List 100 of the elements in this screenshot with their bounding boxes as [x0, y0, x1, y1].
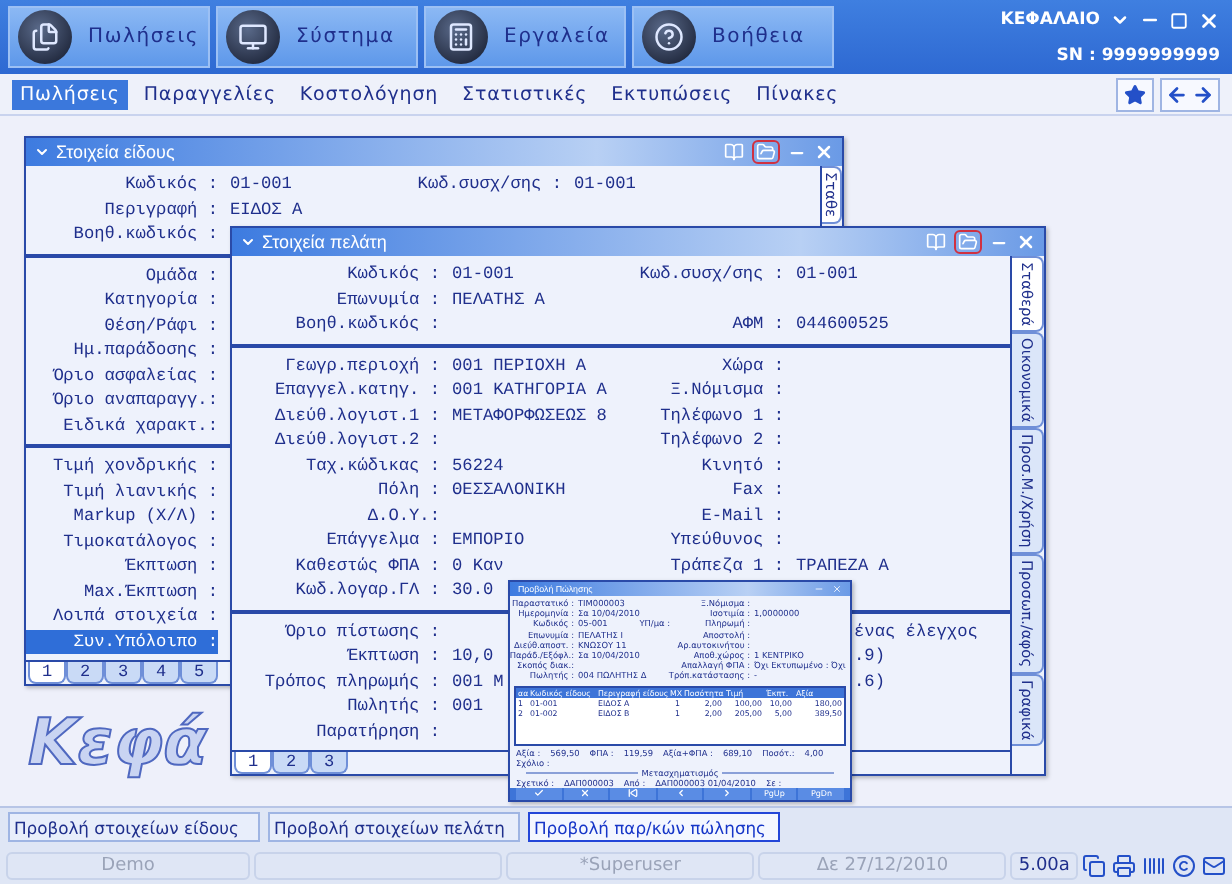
- book-icon[interactable]: [926, 232, 946, 252]
- field-row[interactable]: Ειδικά χαρακτ.:: [26, 413, 218, 438]
- back-button[interactable]: [1166, 83, 1188, 105]
- field-label: Τηλέφωνο 1 :: [660, 405, 784, 426]
- field-label: Τιμή λιανικής :: [63, 481, 218, 502]
- field-row[interactable]: Ομάδα :: [26, 263, 218, 288]
- field-label: Έκπτωση :: [347, 646, 440, 667]
- field-row[interactable]: Κατηγορία :: [26, 288, 218, 313]
- module-button[interactable]: Πωλήσεις: [8, 6, 210, 68]
- field-label: Κωδ.λογαρ.ΓΛ :: [295, 580, 440, 601]
- field-label: Πωλητής :: [347, 696, 440, 717]
- field-label: Κατηγορία :: [104, 290, 218, 311]
- field-label: Καθεστώς ΦΠΑ :: [295, 555, 440, 576]
- field-row[interactable]: Τιμή χονδρικής :: [26, 454, 218, 479]
- favorites-button[interactable]: [1116, 77, 1154, 111]
- module-button[interactable]: Βοήθεια: [632, 6, 834, 68]
- field-label: Markup (Χ/Λ) :: [73, 506, 218, 527]
- field-label: Ομάδα :: [145, 265, 218, 286]
- module-button[interactable]: Σύστημα: [216, 6, 418, 68]
- menu-item[interactable]: Στατιστικές: [454, 79, 596, 109]
- page-tab[interactable]: 5: [180, 662, 218, 684]
- back-icon: [1166, 83, 1188, 105]
- collapse-icon[interactable]: [34, 144, 50, 160]
- page-tab[interactable]: 2: [66, 662, 104, 684]
- printer-icon[interactable]: [1112, 853, 1137, 877]
- action-button[interactable]: Προβολή στοιχείων είδους: [8, 812, 260, 842]
- field-value: 30.0: [452, 580, 494, 601]
- caret-icon[interactable]: [1110, 10, 1130, 30]
- field-label: Επαγγελ.κατηγ. :: [274, 380, 440, 401]
- field-value: 01-001: [452, 264, 514, 285]
- previous-button[interactable]: [657, 787, 703, 799]
- field-label: Κινητό :: [701, 455, 784, 476]
- field-row[interactable]: Ημ.παράδοσης :: [26, 338, 218, 363]
- page-tab[interactable]: 1: [28, 662, 66, 684]
- field-label: Κωδικός :: [347, 264, 440, 285]
- field-row[interactable]: Τιμοκατάλογος :: [26, 529, 218, 554]
- field-label: E-Mail :: [701, 505, 784, 526]
- close-icon: [580, 788, 591, 798]
- field-label: Κωδικός :: [125, 174, 218, 195]
- page-tab[interactable]: 3: [104, 662, 142, 684]
- field-label: Ταχ.κώδικας :: [305, 455, 440, 476]
- menu-item[interactable]: Παραγγελίες: [135, 79, 284, 109]
- serial-number: SN : 9999999999: [1056, 45, 1220, 65]
- close-icon[interactable]: [814, 142, 834, 162]
- mail-icon[interactable]: [1202, 853, 1227, 877]
- close-icon[interactable]: [1198, 9, 1220, 31]
- folder-icon[interactable]: [752, 140, 780, 164]
- barcode-icon[interactable]: [1142, 853, 1167, 877]
- page-tab[interactable]: 4: [142, 662, 180, 684]
- copyright-icon[interactable]: [1172, 853, 1197, 877]
- field-label: Επάγγελμα :: [326, 530, 440, 551]
- page-tab[interactable]: 2: [272, 752, 310, 774]
- field-row[interactable]: Markup (Χ/Λ) :: [26, 504, 218, 529]
- chevron-right-icon: [722, 788, 733, 798]
- field-row[interactable]: Βοηθ.κωδικός :: [26, 222, 218, 247]
- confirm-button[interactable]: [516, 787, 562, 799]
- field-label: Πόλη :: [378, 480, 440, 501]
- first-button[interactable]: [610, 787, 656, 799]
- book-icon[interactable]: [724, 142, 744, 162]
- field-label: Τράπεζα 1 :: [670, 555, 784, 576]
- page-tab[interactable]: 3: [310, 752, 348, 774]
- field-row[interactable]: Συν.Υπόλοιπο :: [26, 629, 218, 654]
- close-icon[interactable]: [1016, 232, 1036, 252]
- collapse-icon[interactable]: [240, 234, 256, 250]
- close-button[interactable]: [563, 787, 609, 799]
- field-value: ΤΡΑΠΕΖΑ Α: [796, 555, 889, 576]
- page-tab[interactable]: 1: [234, 752, 272, 774]
- menu-item[interactable]: Πίνακες: [748, 79, 847, 109]
- field-row[interactable]: Περιγραφή : ΕΙΔΟΣ Α: [26, 197, 414, 222]
- field-row[interactable]: Max.Έκπτωση :: [26, 579, 218, 604]
- action-button[interactable]: Προβολή στοιχείων πελάτη: [268, 812, 520, 842]
- field-label: Βοηθ.κωδικός :: [73, 224, 218, 245]
- field-value: 001: [452, 696, 483, 717]
- field-row[interactable]: Θέση/Ράφι :: [26, 313, 218, 338]
- field-label: Δ.Ο.Υ.:: [367, 505, 440, 526]
- help-icon: [642, 10, 696, 64]
- field-value: 044600525: [796, 314, 889, 335]
- field-row[interactable]: Τιμή λιανικής :: [26, 479, 218, 504]
- window-title: Στοιχεία πελάτη: [262, 232, 387, 252]
- logo: Κεφά: [28, 710, 208, 774]
- field-row[interactable]: Όριο αναπαραγγ.:: [26, 388, 218, 413]
- window-title: Στοιχεία είδους: [56, 142, 175, 162]
- field-value: 01-001: [574, 174, 636, 195]
- next-button[interactable]: [704, 787, 750, 799]
- field-row[interactable]: Όριο ασφαλείας :: [26, 363, 218, 388]
- menu-item[interactable]: Πωλήσεις: [12, 79, 128, 109]
- maximize-icon[interactable]: [1170, 11, 1188, 29]
- menu-item[interactable]: Εκτυπώσεις: [603, 79, 741, 109]
- forward-button[interactable]: [1192, 83, 1214, 105]
- folder-icon[interactable]: [954, 230, 982, 254]
- field-value: ΠΕΛΑΤΗΣ Α: [452, 289, 545, 310]
- field-label: ΑΦΜ :: [732, 314, 784, 335]
- module-button[interactable]: Εργαλεία: [424, 6, 626, 68]
- action-button[interactable]: Προβολή παρ/κών πώλησης: [528, 812, 780, 842]
- field-label: Τηλέφωνο 2 :: [660, 430, 784, 451]
- field-row[interactable]: Λοιπά στοιχεία :: [26, 604, 218, 629]
- field-row[interactable]: Έκπτωση :: [26, 554, 218, 579]
- field-label: Ειδικά χαρακτ.:: [63, 415, 218, 436]
- menu-item[interactable]: Κοστολόγηση: [291, 79, 447, 109]
- field-row[interactable]: Κωδικός : 01-001 Κωδ.συσχ/σης : 01-001: [26, 172, 762, 197]
